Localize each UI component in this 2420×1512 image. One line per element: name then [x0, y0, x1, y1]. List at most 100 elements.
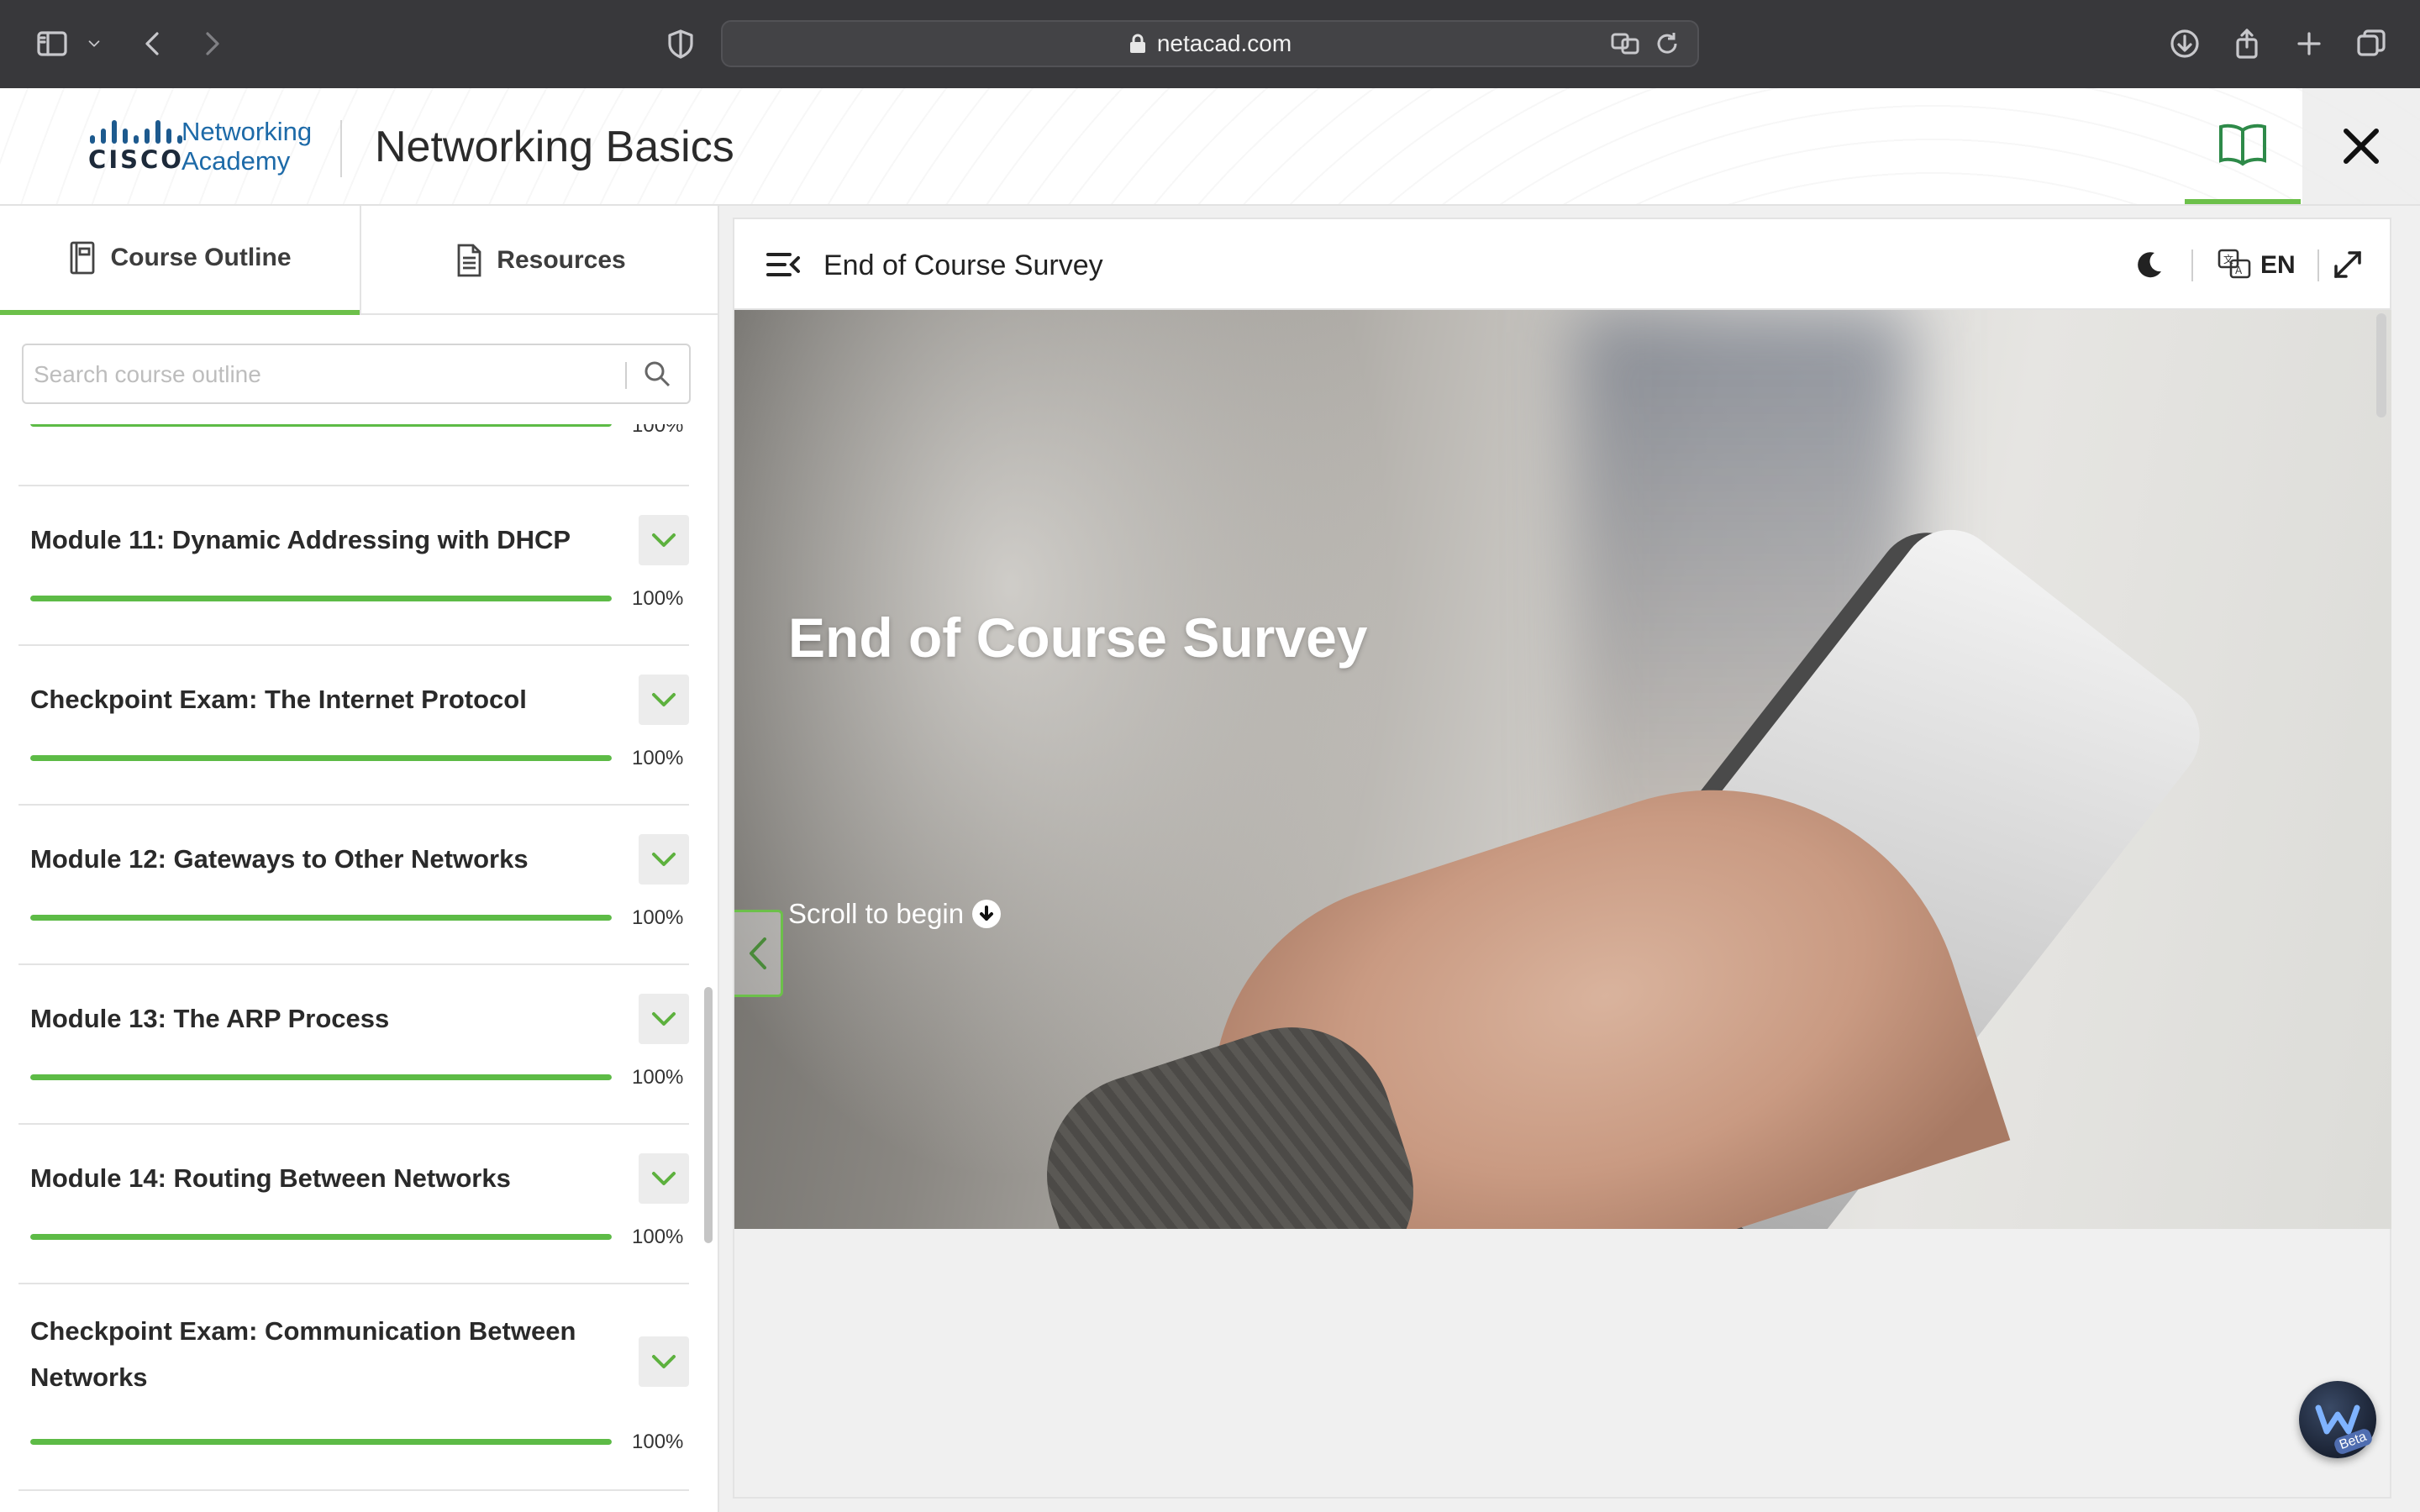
expand-button[interactable] [639, 834, 689, 885]
progress-label: 100% [632, 747, 684, 769]
reload-icon[interactable] [1652, 29, 1682, 59]
chevron-down-icon [652, 1355, 676, 1368]
sidebar-icon[interactable] [30, 22, 74, 66]
moon-icon[interactable] [2133, 248, 2166, 281]
share-icon[interactable] [2225, 22, 2269, 66]
expand-button[interactable] [639, 1336, 689, 1387]
module-title[interactable]: Module 12: Gateways to Other Networks [30, 836, 529, 882]
expand-button[interactable] [639, 675, 689, 725]
browser-toolbar: netacad.com [0, 0, 2420, 88]
book-icon [2219, 123, 2266, 166]
language-icon[interactable]: 文A [2217, 246, 2254, 283]
tab-course-outline[interactable]: Course Outline [0, 206, 360, 315]
address-bar[interactable]: netacad.com [721, 20, 1699, 67]
progress-label: 100% [632, 424, 684, 437]
progress-bar [30, 755, 612, 761]
book-button[interactable] [2185, 88, 2301, 204]
expand-button[interactable] [639, 1153, 689, 1204]
progress-bar [30, 424, 612, 427]
module-title[interactable]: Module 11: Dynamic Addressing with DHCP [30, 517, 571, 563]
module-item-11[interactable]: Module 11: Dynamic Addressing with DHCP … [18, 486, 689, 646]
checkpoint-item-communication[interactable]: Checkpoint Exam: Communication Between N… [18, 1284, 689, 1491]
progress-bar [30, 596, 612, 601]
svg-text:A: A [2235, 265, 2243, 276]
hero-banner: End of Course Survey Scroll to begin [734, 310, 2391, 1229]
progress-bar [30, 1074, 612, 1080]
course-outline-list: 100% Module 11: Dynamic Addressing with … [0, 424, 702, 1512]
translate-icon[interactable] [1610, 29, 1640, 59]
sidebar-scrollbar[interactable] [704, 987, 713, 1243]
progress-bar [30, 915, 612, 921]
forward-icon[interactable] [190, 22, 234, 66]
module-title[interactable]: Checkpoint Exam: The Internet Protocol [30, 676, 527, 722]
chevron-down-icon [652, 1172, 676, 1185]
scroll-hint[interactable]: Scroll to begin [788, 898, 1002, 930]
academy-label: Networking Academy [182, 117, 312, 176]
tab-course-outline-label: Course Outline [110, 244, 292, 271]
search-separator [625, 362, 627, 389]
search-icon[interactable] [642, 359, 676, 392]
course-title: Networking Basics [375, 123, 734, 171]
tab-resources[interactable]: Resources [360, 206, 718, 315]
toolbar-separator [2191, 249, 2193, 281]
sidebar-toggle-button[interactable] [734, 910, 783, 997]
progress-bar [30, 1439, 612, 1445]
page-title: End of Course Survey [823, 249, 1103, 281]
list-item: 100% [18, 424, 689, 486]
content-scrollbar[interactable] [2376, 313, 2386, 417]
module-title[interactable]: Checkpoint Exam: Communication Between N… [30, 1308, 585, 1400]
url-text: netacad.com [1156, 30, 1292, 56]
cisco-wordmark: CISCO [88, 145, 184, 174]
module-item-14[interactable]: Module 14: Routing Between Networks 100% [18, 1125, 689, 1284]
fullscreen-icon[interactable] [2331, 248, 2365, 281]
chevron-down-icon [652, 853, 676, 866]
download-icon[interactable] [2163, 22, 2207, 66]
content-toolbar: End of Course Survey 文A EN [734, 219, 2390, 310]
arrow-down-icon [972, 900, 1002, 928]
module-item-13[interactable]: Module 13: The ARP Process 100% [18, 965, 689, 1125]
toolbar-separator [2317, 249, 2319, 281]
shield-icon[interactable] [659, 22, 702, 66]
header-divider [340, 120, 342, 177]
expand-button[interactable] [639, 994, 689, 1044]
lock-icon [1129, 34, 1145, 53]
chevron-down-icon[interactable] [77, 22, 111, 66]
scroll-hint-label: Scroll to begin [788, 898, 965, 929]
progress-label: 100% [632, 1066, 684, 1089]
search-input[interactable] [34, 354, 622, 396]
hero-title: End of Course Survey [788, 606, 1368, 669]
close-button[interactable] [2302, 88, 2420, 204]
progress-label: 100% [632, 587, 684, 610]
tabs-overview-icon[interactable] [2349, 22, 2393, 66]
chevron-down-icon [652, 693, 676, 706]
checkpoint-item-internet-protocol[interactable]: Checkpoint Exam: The Internet Protocol 1… [18, 646, 689, 806]
document-icon [457, 244, 481, 277]
cisco-bars-icon [77, 118, 195, 144]
progress-label: 100% [632, 906, 684, 929]
module-title[interactable]: Module 13: The ARP Process [30, 995, 389, 1042]
course-sidebar: Course Outline Resources 100% Module 11:… [0, 206, 719, 1512]
outline-icon [71, 241, 95, 275]
module-title[interactable]: Module 14: Routing Between Networks [30, 1155, 511, 1201]
academy-line-1: Networking [182, 117, 313, 146]
chevron-left-icon [749, 937, 766, 969]
progress-label: 100% [632, 1431, 684, 1453]
sidebar-tabs: Course Outline Resources [0, 206, 718, 315]
expand-button[interactable] [639, 515, 689, 565]
svg-text:文: 文 [2223, 253, 2233, 265]
progress-label: 100% [632, 1226, 684, 1248]
new-tab-icon[interactable] [2287, 22, 2331, 66]
main-content: End of Course Survey 文A EN End of Course… [733, 218, 2391, 1499]
academy-line-2: Academy [182, 146, 291, 176]
tab-resources-label: Resources [497, 246, 626, 274]
chevron-down-icon [652, 1012, 676, 1026]
language-label[interactable]: EN [2260, 251, 2296, 280]
cisco-logo[interactable]: CISCO [77, 118, 195, 174]
progress-bar [30, 1234, 612, 1240]
search-box [22, 344, 691, 404]
collapse-menu-icon[interactable] [765, 246, 802, 283]
app-header: CISCO Networking Academy Networking Basi… [0, 88, 2420, 206]
close-icon [2344, 129, 2379, 164]
module-item-12[interactable]: Module 12: Gateways to Other Networks 10… [18, 806, 689, 965]
back-icon[interactable] [131, 22, 175, 66]
